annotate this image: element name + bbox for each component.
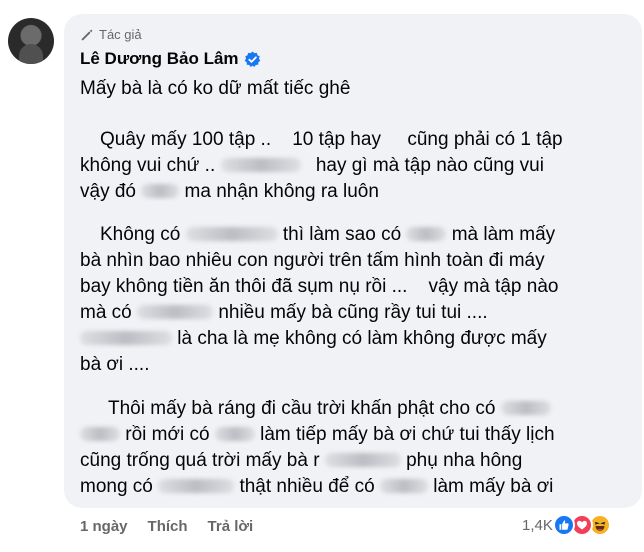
comment-line: Mấy bà là có ko dữ mất tiếc ghê xyxy=(80,77,350,101)
author-badge: Tác giả xyxy=(80,27,142,42)
reply-button[interactable]: Trả lời xyxy=(208,518,254,535)
comment-text: thì làm sao có xyxy=(282,224,402,245)
comment-text: cũng trống quá trời mấy bà r xyxy=(80,450,320,471)
blurred-word xyxy=(214,427,255,441)
like-icon xyxy=(552,514,575,536)
comment-line: Quây mấy 100 tập .. 10 tập hay cũng phải… xyxy=(100,128,563,152)
blurred-word xyxy=(158,479,235,493)
verified-badge-icon xyxy=(244,51,260,67)
comment-line: Thôi mấy bà ráng đi cầu trời khấn phật c… xyxy=(108,397,551,421)
blurred-word xyxy=(80,427,120,441)
comment-line: bà ơi .... xyxy=(80,353,150,377)
commenter-avatar[interactable] xyxy=(8,18,54,64)
comment-actions: 1 ngày Thích Trả lời xyxy=(80,518,273,535)
comment-text: rồi mới có xyxy=(125,424,210,445)
comment-line: không vui chứ .. hay gì mà tập nào cũng … xyxy=(80,154,544,178)
comment-text: ma nhận không ra luôn xyxy=(184,181,379,202)
like-button[interactable]: Thích xyxy=(148,518,188,535)
comment-text: vậy đó xyxy=(80,181,136,202)
comment-text: Không có xyxy=(100,224,181,245)
blurred-word xyxy=(141,184,180,198)
blurred-word xyxy=(185,227,278,241)
blurred-word xyxy=(220,158,301,172)
reaction-count: 1,4K xyxy=(522,516,553,534)
comment-text: nhiều mấy bà cũng rầy tui tui .... xyxy=(218,302,488,323)
comment-text: Quây mấy 100 tập .. 10 tập hay cũng phải… xyxy=(100,129,563,150)
blurred-word xyxy=(500,401,551,415)
comment-text: không vui chứ .. xyxy=(80,155,216,176)
author-name-row: Lê Dương Bảo Lâm xyxy=(80,49,261,69)
comment-line: vậy đó ma nhận không ra luôn xyxy=(80,180,379,204)
comment-line: Không có thì làm sao có mà làm mấy xyxy=(100,223,555,247)
comment-line: rồi mới có làm tiếp mấy bà ơi chứ tui th… xyxy=(80,423,555,447)
comment-line: bà nhìn bao nhiêu con người trên tấm hìn… xyxy=(80,249,545,273)
author-badge-label: Tác giả xyxy=(99,27,142,42)
comment-text: làm tiếp mấy bà ơi chứ tui thấy lịch xyxy=(260,424,555,445)
comment-line: bay không tiền ăn thôi đã sụm nụ rồi ...… xyxy=(80,275,558,299)
comment-text: làm mấy bà ơi xyxy=(433,476,554,497)
comment-text: thật nhiều để có xyxy=(239,476,375,497)
comment-timestamp[interactable]: 1 ngày xyxy=(80,518,128,535)
comment-bubble: Tác giả Lê Dương Bảo Lâm Mấy bà là có ko… xyxy=(64,14,642,508)
comment-line: mong có thật nhiều để có làm mấy bà ơi xyxy=(80,475,553,499)
comment-text: mà có xyxy=(80,302,132,323)
author-name[interactable]: Lê Dương Bảo Lâm xyxy=(80,49,239,69)
pencil-icon xyxy=(81,29,93,40)
comment-text: bay không tiền ăn thôi đã sụm nụ rồi ...… xyxy=(80,276,559,297)
comment-text: Thôi mấy bà ráng đi cầu trời khấn phật c… xyxy=(108,398,496,419)
blurred-word xyxy=(406,227,447,241)
comment-text: mong có xyxy=(80,476,153,497)
comment-text: bà ơi .... xyxy=(80,354,150,375)
comment-text: bà nhìn bao nhiêu con người trên tấm hìn… xyxy=(80,250,545,271)
blurred-word xyxy=(379,479,428,493)
comment-line: mà có nhiều mấy bà cũng rầy tui tui .... xyxy=(80,301,488,325)
comment-text: Mấy bà là có ko dữ mất tiếc ghê xyxy=(80,78,351,99)
reaction-summary[interactable]: 1,4K xyxy=(522,514,611,536)
comment-text: mà làm mấy xyxy=(451,224,556,245)
comment-text: phụ nha hông xyxy=(406,450,523,471)
blurred-word xyxy=(137,305,214,319)
blurred-word xyxy=(324,453,401,467)
comment-line: cũng trống quá trời mấy bà r phụ nha hôn… xyxy=(80,449,522,473)
blurred-word xyxy=(80,331,172,345)
comment-text: hay gì mà tập nào cũng vui xyxy=(315,155,544,176)
comment-text: là cha là mẹ không có làm không được mấy xyxy=(177,328,547,349)
comment-line: là cha là mẹ không có làm không được mấy xyxy=(80,327,547,351)
